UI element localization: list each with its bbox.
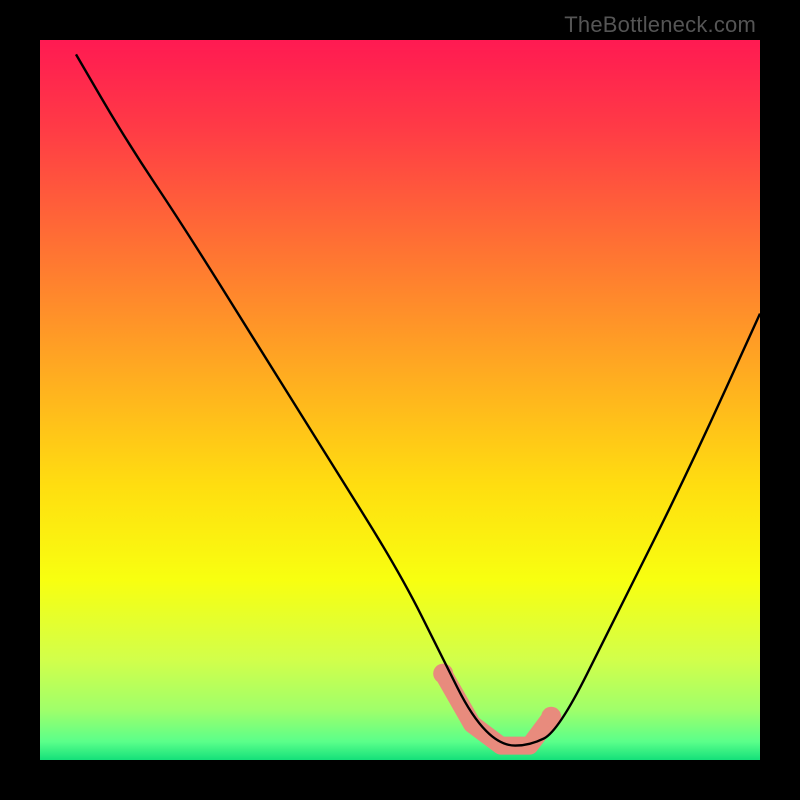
chart-frame <box>40 40 760 760</box>
plot-area <box>40 40 760 760</box>
gradient-rect <box>40 40 760 760</box>
chart-svg <box>40 40 760 760</box>
watermark-text: TheBottleneck.com <box>564 12 756 38</box>
